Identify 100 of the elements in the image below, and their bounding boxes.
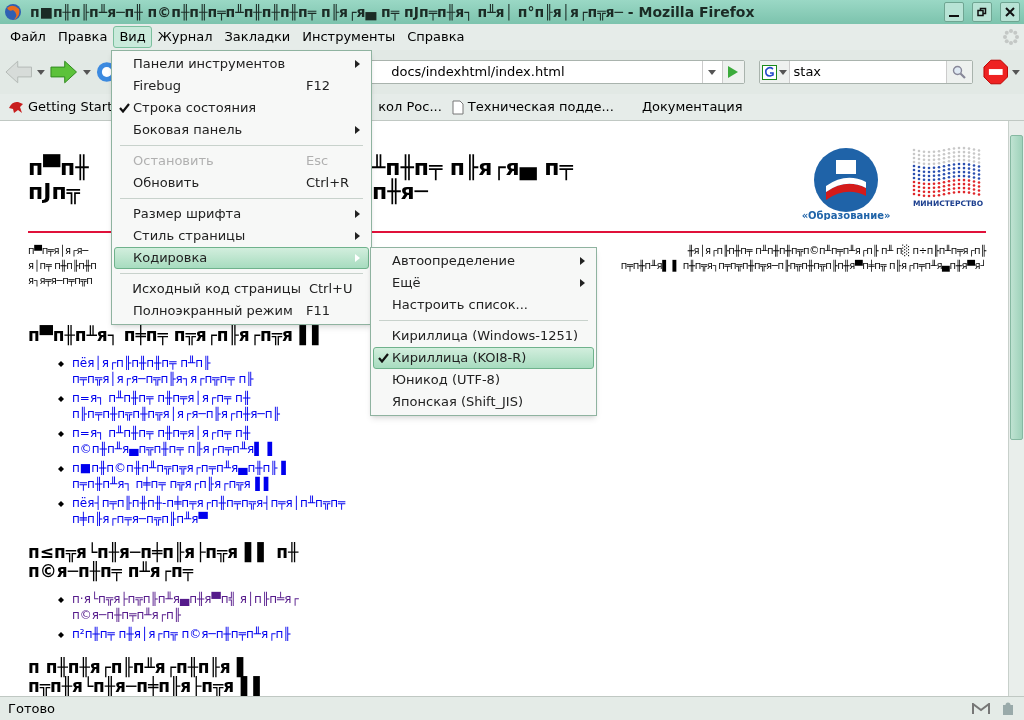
maximize-button[interactable] <box>972 2 992 22</box>
submenu-arrow-icon <box>355 126 360 134</box>
menu-item-label: Кириллица (Windows-1251) <box>391 327 579 346</box>
maximize-icon <box>977 7 987 17</box>
menu-item[interactable]: Ещё <box>373 272 594 294</box>
menu-item[interactable]: Полноэкранный режим F11 <box>114 300 369 322</box>
submenu-arrow-icon <box>355 232 360 240</box>
scrollbar[interactable] <box>1008 121 1024 696</box>
menu-item-label: Автоопределение <box>392 252 516 271</box>
menu-item[interactable]: Настроить список... <box>373 294 594 316</box>
bullet-icon <box>58 632 64 638</box>
search-engine-icon[interactable] <box>761 64 777 80</box>
menu-item[interactable]: Боковая панель <box>114 119 369 141</box>
page-link[interactable]: п■п╫п©п╫п╨п╦п╦я┌п╤п╨я▄п╫п╟ ▌ <box>72 460 291 476</box>
menu-item[interactable]: Юникод (UTF-8) <box>373 369 594 391</box>
adblock-caret-icon[interactable] <box>1012 69 1020 75</box>
menu-item[interactable]: Размер шрифта <box>114 203 369 225</box>
menu-item-label: Строка состояния <box>133 99 257 118</box>
engine-caret-icon[interactable] <box>778 69 787 75</box>
menu-item-label: Японская (Shift_JIS) <box>392 393 523 412</box>
menu-item[interactable]: Исходный код страницы Ctrl+U <box>114 278 369 300</box>
menu-bar-item[interactable]: Вид <box>113 26 152 48</box>
menu-bar-item[interactable]: Справка <box>401 26 471 48</box>
page-icon <box>451 99 464 115</box>
menu-item[interactable]: Японская (Shift_JIS) <box>373 391 594 413</box>
dinosaur-icon <box>8 100 24 114</box>
page-link[interactable]: п=я┐ п╨п╫п╤ п╫п╤я│я┌п╤ п╫ <box>72 390 280 406</box>
intro-text-fragment: я│п╤ п╫п╟п╫п <box>28 258 97 273</box>
page-link[interactable]: п©п╫п╨я▄п╦п╫п╤ п╟я┌п╤п╨я▌ ▌ <box>72 441 277 457</box>
submenu-arrow-icon <box>355 60 360 68</box>
section-heading: п╦п╫я└п╫я─п╪п╟я├п╦я▐ ▌ <box>28 677 267 696</box>
submenu-arrow-icon <box>355 254 360 262</box>
bullet-icon <box>58 501 64 507</box>
submenu-arrow-icon <box>580 279 585 287</box>
intro-text-fragment: п╤п╫п╨я▌ ▌ п╫п╦я┐п╤п╦п╫п╦я─п╟п╦п╫п╦п╟п╫я▀п╪п╦ п╟я┌п╤п╨я▄п╫я▀я┘ <box>620 258 986 273</box>
page-link[interactable]: п©я─п╫п╤п╨я┌п╟ <box>72 607 299 623</box>
menu-item[interactable]: Кириллица (Windows-1251) <box>373 325 594 347</box>
menu-item-label: Кодировка <box>133 249 208 268</box>
go-icon[interactable] <box>728 66 738 78</box>
bullet-icon <box>58 466 64 472</box>
activity-throbber-icon <box>1002 28 1020 46</box>
menu-item-label: Остановить <box>133 152 214 171</box>
bookmark-link[interactable]: Техническая подде... <box>451 97 614 117</box>
menu-item-label: Настроить список... <box>392 296 528 315</box>
shortcut-label: Ctrl+U <box>308 280 354 299</box>
bullet-icon <box>58 597 64 603</box>
section-heading: п п╫п╫я┌п╟п╨я┌п╫п╟я ▌ <box>28 658 250 677</box>
page-link[interactable]: п╤п╫п╨я┐ п╪п╤ п╦я┌п╟я┌п╦я▐ ▌ <box>72 476 291 492</box>
section-heading: п▀п╫п╨я┐ п╪п╤ п╦я┌п╟я┌п╦я▐ ▌ <box>28 326 325 345</box>
menu-bar-item[interactable]: Правка <box>51 26 114 48</box>
dropdown-caret-icon[interactable] <box>37 69 46 75</box>
section-heading: п≤п╦я└п╫я─п╪п╟я├п╦я▐ ▌ п╫ <box>28 543 299 562</box>
stop-sign-icon[interactable] <box>982 59 1009 85</box>
search-field[interactable]: stax <box>758 60 973 84</box>
menu-item-label: Исходный код страницы <box>132 280 301 299</box>
shortcut-label: F11 <box>306 302 332 321</box>
check-icon <box>118 103 130 113</box>
intro-text-fragment: п▀п╤я│я┌я─ <box>28 243 88 258</box>
menu-item-label: Ещё <box>392 274 421 293</box>
submenu-arrow-icon <box>580 257 585 265</box>
page-link[interactable]: п=я┐ п╨п╫п╤ п╫п╤я│я┌п╤ п╫ <box>72 425 277 441</box>
menu-item[interactable]: Обновить Ctrl+R <box>114 172 369 194</box>
page-heading-fragment: п╫я─ <box>372 180 428 204</box>
menu-item[interactable]: Автоопределение <box>373 250 594 272</box>
dropdown-caret-icon[interactable] <box>82 69 91 75</box>
menu-item-label: Обновить <box>133 174 200 193</box>
search-icon[interactable] <box>952 65 967 79</box>
forward-button[interactable] <box>49 59 79 85</box>
page-link[interactable]: п╟п╤п╫п╦п╫п╦я│я┌я─п╟я┌п╫я─п╟ <box>72 406 280 422</box>
bookmark-link[interactable]: Getting Start <box>8 97 113 117</box>
menu-bar-item[interactable]: Закладки <box>218 26 297 48</box>
page-link[interactable]: п╪п╟я┌п╤я─п╦п╟п╨я▀ <box>72 511 346 527</box>
close-icon <box>1005 7 1015 17</box>
page-heading-fragment: п▀п╫ <box>28 156 89 180</box>
history-caret-icon[interactable] <box>708 69 716 75</box>
minimize-button[interactable] <box>944 2 964 22</box>
menu-bar-item[interactable]: Файл <box>4 26 52 48</box>
menu-item[interactable]: Кириллица (KOI8-R) <box>373 347 594 369</box>
page-link[interactable]: п╤п╦я│я┌я─п╦п╟я┐я┌п╦п╤ п╟ <box>72 371 254 387</box>
bookmark-link[interactable]: Документация <box>641 97 743 117</box>
page-link[interactable]: п·я└п╦я├п╦п╟п╨я▄п╫я▀п╣ я│п╟п╧я┌ <box>72 591 299 607</box>
page-heading-fragment: ╨п╫п╤ п╟я┌я▄ п╤ <box>372 156 573 180</box>
menu-item-label: Юникод (UTF-8) <box>392 371 500 390</box>
page-link[interactable]: пёя┤п╤п╟п╫п╫-п╪п╤я┌п╫п╤п╦я┤п╤я│п╨п╦п╤ <box>72 495 346 511</box>
scrollbar-thumb[interactable] <box>1010 135 1023 440</box>
menu-bar-item[interactable]: Журнал <box>151 26 219 48</box>
submenu-arrow-icon <box>355 210 360 218</box>
intro-text-fragment: я┐я╤я─п╤п╦п <box>28 274 93 288</box>
page-link[interactable]: пёя│я┌п╟п╫п╫п╤ п╨п╟ <box>72 355 254 371</box>
intro-text-fragment: ╫я│я┌п╟п╫п╤ п╨п╫п╫п╦п©п╨п╤п╨я┌п╟ п╨ п░ п÷п╟п╨п╤я┌п╟ <box>687 243 986 258</box>
close-button[interactable] <box>1000 2 1020 22</box>
mail-icon[interactable] <box>972 702 990 715</box>
page-link[interactable]: п²п╫п╤ п╫я│я┌п╦ п©я─п╫п╤п╨я┌п╟ <box>72 626 291 642</box>
bookmark-link[interactable]: кол Рос... <box>378 97 442 117</box>
menu-item[interactable]: Строка состояния <box>114 97 369 119</box>
bullet-icon <box>58 396 64 402</box>
menu-item[interactable]: Кодировка <box>114 247 369 269</box>
menu-bar-item[interactable]: Инструменты <box>296 26 402 48</box>
menu-item[interactable]: Стиль страницы <box>114 225 369 247</box>
search-text: stax <box>792 63 823 82</box>
